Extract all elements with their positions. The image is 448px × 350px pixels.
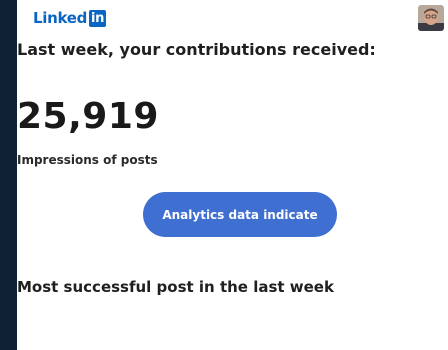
linkedin-logo[interactable]: Linked in [33, 9, 107, 27]
avatar[interactable] [418, 5, 444, 31]
impressions-label: Impressions of posts [17, 153, 158, 167]
contributions-headline: Last week, your contributions received: [17, 40, 376, 59]
email-content: Linked in Last week, your contributions … [17, 0, 448, 350]
impressions-count: 25,919 [17, 96, 159, 137]
analytics-button[interactable]: Analytics data indicate [143, 192, 337, 237]
section-title: Most successful post in the last week [17, 278, 334, 296]
logo-word: Linked [33, 9, 88, 27]
avatar-photo-icon [418, 5, 444, 31]
logo-badge: in [89, 9, 107, 27]
email-header: Linked in [17, 0, 448, 40]
